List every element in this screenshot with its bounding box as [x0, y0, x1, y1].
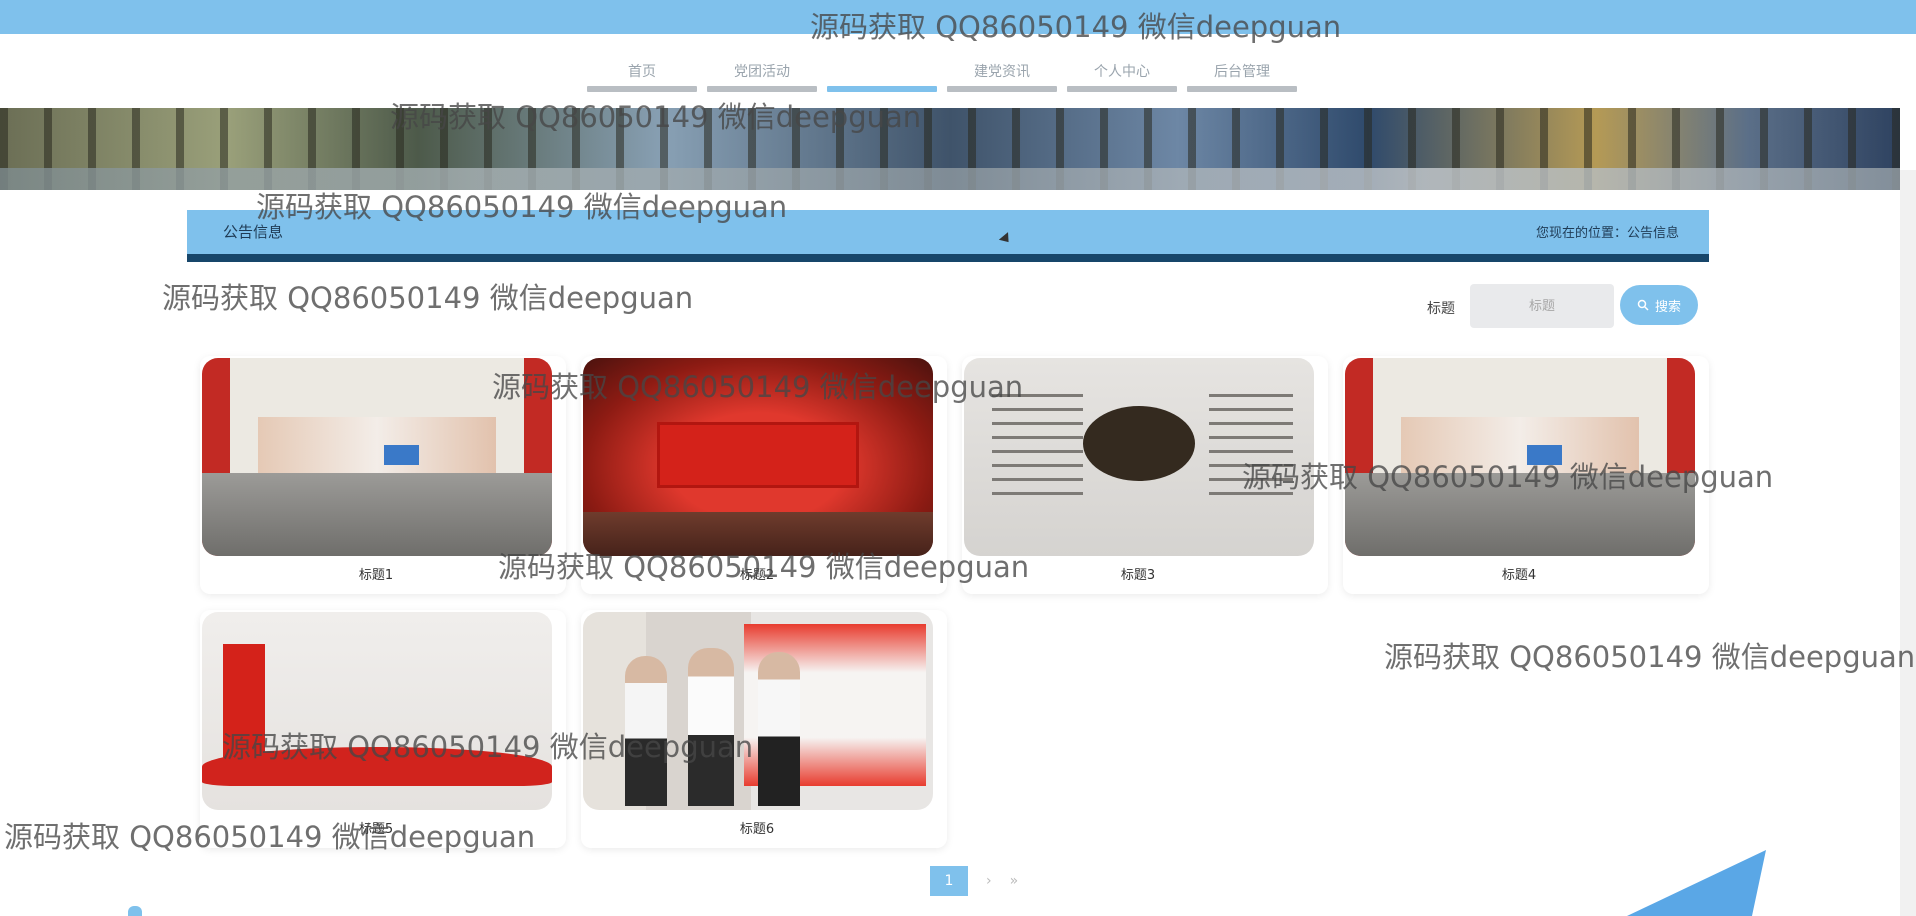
- card-image[interactable]: [202, 358, 552, 556]
- card-image[interactable]: [1345, 358, 1695, 556]
- announcement-card[interactable]: 标题4: [1343, 356, 1709, 594]
- nav-label: 建党资讯: [974, 64, 1030, 80]
- announcement-card[interactable]: 标题6: [581, 610, 947, 848]
- page-last-arrow[interactable]: »: [1010, 873, 1019, 889]
- card-title[interactable]: 标题6: [581, 818, 933, 837]
- card-image[interactable]: [583, 358, 933, 556]
- main-nav: 首页 党团活动 公告信息 建党资讯 个人中心 后台管理: [587, 50, 1297, 92]
- hero-banner-image: [0, 108, 1900, 190]
- card-image[interactable]: [583, 612, 933, 810]
- nav-label: 公告信息: [854, 64, 910, 80]
- current-location: 您现在的位置：公告信息: [1535, 226, 1679, 241]
- nav-item-party-activities[interactable]: 党团活动: [707, 50, 817, 92]
- nav-item-personal-center[interactable]: 个人中心: [1067, 50, 1177, 92]
- announcement-card[interactable]: 标题1: [200, 356, 566, 594]
- search-button[interactable]: 搜索: [1620, 285, 1698, 325]
- announcement-card[interactable]: 标题2: [581, 356, 947, 594]
- nav-item-home[interactable]: 首页: [587, 50, 697, 92]
- nav-label: 首页: [628, 64, 656, 80]
- search-label: 标题: [1427, 301, 1455, 317]
- card-title[interactable]: 标题1: [200, 564, 552, 583]
- card-image[interactable]: [964, 358, 1314, 556]
- announcement-card[interactable]: 标题5: [200, 610, 566, 848]
- watermark: 源码获取 QQ86050149 微信deepguan: [1384, 640, 1916, 674]
- card-image[interactable]: [202, 612, 552, 810]
- pagination: 1 › »: [930, 866, 1018, 896]
- search-input[interactable]: [1470, 284, 1614, 328]
- page-title: 公告信息: [223, 223, 284, 241]
- nav-item-admin[interactable]: 后台管理: [1187, 50, 1297, 92]
- scrollbar[interactable]: [1900, 170, 1916, 916]
- top-bar: [0, 0, 1916, 34]
- page-next-arrow[interactable]: ›: [986, 873, 992, 889]
- nav-label: 后台管理: [1214, 64, 1270, 80]
- announcement-card[interactable]: 标题3: [962, 356, 1328, 594]
- nav-label: 个人中心: [1094, 64, 1150, 80]
- nav-label: 党团活动: [734, 64, 790, 80]
- card-title[interactable]: 标题5: [200, 818, 552, 837]
- nav-item-party-news[interactable]: 建党资讯: [947, 50, 1057, 92]
- breadcrumb: 公告信息 您现在的位置：公告信息: [187, 210, 1709, 262]
- decorative-shape: [1626, 850, 1767, 916]
- page-button-current[interactable]: 1: [930, 866, 968, 896]
- search-icon: [1637, 299, 1649, 311]
- card-title[interactable]: 标题2: [581, 564, 933, 583]
- card-title[interactable]: 标题4: [1343, 564, 1695, 583]
- card-title[interactable]: 标题3: [962, 564, 1314, 583]
- search-button-label: 搜索: [1654, 298, 1681, 314]
- decorative-shape: [128, 906, 142, 916]
- watermark: 源码获取 QQ86050149 微信deepguan: [162, 281, 694, 315]
- nav-item-announcements[interactable]: 公告信息: [827, 50, 937, 92]
